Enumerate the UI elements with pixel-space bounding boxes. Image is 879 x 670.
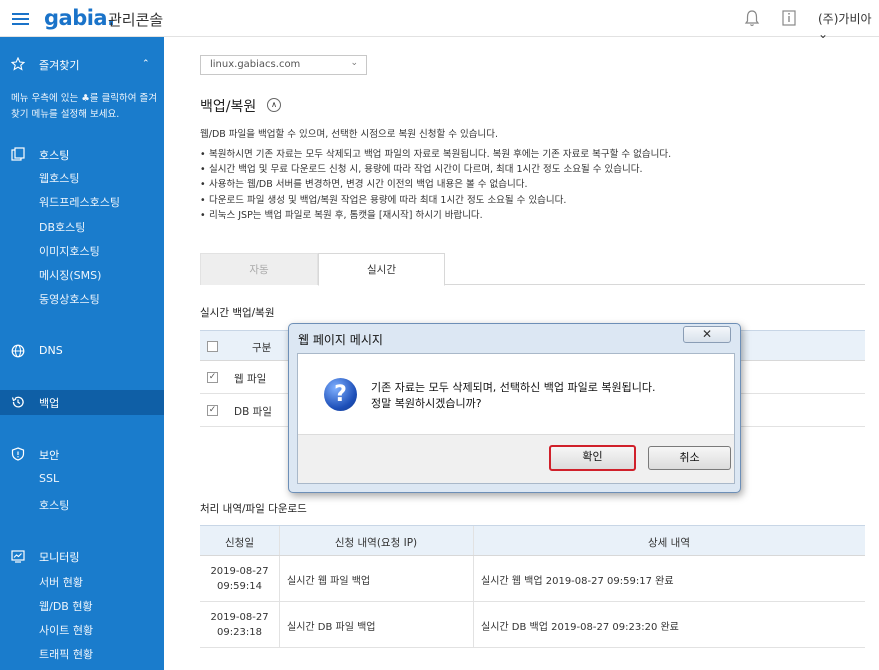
sidebar-item-security-hosting[interactable]: 호스팅 <box>39 497 69 513</box>
dialog-close-button[interactable]: ✕ <box>683 326 731 343</box>
favorites-note: 메뉴 우측에 있는 ♣를 클릭하여 즐겨찾기 메뉴를 설정해 보세요. <box>11 93 157 120</box>
sidebar-item-web-hosting[interactable]: 웹호스팅 <box>39 170 79 186</box>
chevron-down-icon: ⌄ <box>350 58 358 68</box>
row-date: 2019-08-27 09:59:14 <box>200 564 279 594</box>
sidebar-item-backup[interactable]: 백업 <box>39 395 59 411</box>
row-detail: 실시간 DB 백업 2019-08-27 09:23:20 완료 <box>481 622 679 633</box>
tab-realtime[interactable]: 실시간 <box>318 253 445 286</box>
column-header-date: 신청일 <box>225 537 254 549</box>
row-label: DB 파일 <box>234 406 272 418</box>
row-date: 2019-08-27 09:23:18 <box>200 610 279 640</box>
bell-icon[interactable] <box>744 9 760 27</box>
sidebar-item-site-status[interactable]: 사이트 현황 <box>39 622 93 638</box>
dialog-message-line: 기존 자료는 모두 삭제되며, 선택하신 백업 파일로 복원됩니다. <box>371 381 656 394</box>
row-date-day: 2019-08-27 <box>210 612 269 623</box>
history-icon <box>11 396 24 408</box>
table-header: 신청일 신청 내역(요청 IP) 상세 내역 <box>200 526 865 556</box>
console-title: 관리콘솔 <box>108 11 164 29</box>
sidebar-item-dns[interactable]: DNS <box>39 344 63 357</box>
sidebar-item-monitoring[interactable]: 모니터링 <box>39 549 79 565</box>
realtime-section-title: 실시간 백업/복원 <box>200 307 275 319</box>
row-checkbox-db[interactable]: ✓ <box>207 405 218 416</box>
sidebar-item-web-db-status[interactable]: 웹/DB 현황 <box>39 598 93 614</box>
sidebar-item-sms[interactable]: 메시징(SMS) <box>39 267 101 283</box>
notice-item: 실시간 백업 및 무료 다운로드 신청 시, 용량에 따라 작업 시간이 다르며… <box>200 162 671 177</box>
notice-item: 다운로드 파일 생성 및 백업/복원 작업은 용량에 따라 최대 1시간 정도 … <box>200 193 671 208</box>
notice-item: 복원하시면 기존 자료는 모두 삭제되고 백업 파일의 자료로 복원됩니다. 복… <box>200 147 671 162</box>
info-icon[interactable] <box>781 9 797 27</box>
page-title: 백업/복원 <box>200 99 257 115</box>
column-header-type: 구분 <box>252 342 272 354</box>
table-row: 2019-08-27 09:23:18 실시간 DB 파일 백업 실시간 DB … <box>200 602 865 648</box>
history-table: 신청일 신청 내역(요청 IP) 상세 내역 2019-08-27 09:59:… <box>200 525 865 648</box>
question-icon: ? <box>324 378 357 411</box>
monitor-icon <box>11 550 25 563</box>
sidebar-item-image-hosting[interactable]: 이미지호스팅 <box>39 243 100 259</box>
column-divider <box>473 526 474 555</box>
dialog-message: 기존 자료는 모두 삭제되며, 선택하신 백업 파일로 복원됩니다. 정말 복원… <box>371 380 655 412</box>
tab-auto[interactable]: 자동 <box>200 253 318 285</box>
star-icon <box>11 57 25 71</box>
shield-icon <box>11 447 25 461</box>
page-description: 웹/DB 파일을 백업할 수 있으며, 선택한 시점으로 복원 신청할 수 있습… <box>200 129 498 140</box>
gabia-logo[interactable]: gabia. <box>44 6 115 30</box>
dialog-title: 웹 페이지 메시지 <box>298 333 383 347</box>
column-divider <box>473 556 474 601</box>
column-header-request: 신청 내역(요청 IP) <box>334 537 418 549</box>
cancel-button[interactable]: 취소 <box>648 446 731 470</box>
notice-list: 복원하시면 기존 자료는 모두 삭제되고 백업 파일의 자료로 복원됩니다. 복… <box>200 147 671 223</box>
select-all-checkbox[interactable] <box>207 341 218 352</box>
row-date-day: 2019-08-27 <box>210 566 269 577</box>
sidebar-item-db-hosting[interactable]: DB호스팅 <box>39 219 85 235</box>
collapse-chevron-icon[interactable]: ∧ <box>267 98 281 112</box>
row-label: 웹 파일 <box>234 373 267 385</box>
row-request: 실시간 웹 파일 백업 <box>287 576 371 587</box>
notice-item: 리눅스 JSP는 백업 파일로 복원 후, 톰캣을 [재시작] 하시기 바랍니다… <box>200 208 671 223</box>
hosting-icon <box>11 147 25 161</box>
sidebar-item-wordpress-hosting[interactable]: 워드프레스호스팅 <box>39 194 120 210</box>
row-detail: 실시간 웹 백업 2019-08-27 09:59:17 완료 <box>481 576 674 587</box>
table-row: 2019-08-27 09:59:14 실시간 웹 파일 백업 실시간 웹 백업… <box>200 556 865 602</box>
row-date-time: 09:23:18 <box>217 627 262 638</box>
dialog-footer: 확인 취소 <box>298 434 734 483</box>
sidebar-item-favorites[interactable]: 즐겨찾기 <box>39 57 79 73</box>
sidebar-item-video-hosting[interactable]: 동영상호스팅 <box>39 291 100 307</box>
dialog-message-line: 정말 복원하시겠습니까? <box>371 397 482 410</box>
column-divider <box>279 526 280 555</box>
menu-icon[interactable] <box>12 10 29 27</box>
column-divider <box>279 602 280 647</box>
sidebar: 즐겨찾기 ⌃ 메뉴 우측에 있는 ♣를 클릭하여 즐겨찾기 메뉴를 설정해 보세… <box>0 37 164 670</box>
row-date-time: 09:59:14 <box>217 581 262 592</box>
ok-button[interactable]: 확인 <box>549 445 636 471</box>
globe-icon <box>11 344 25 358</box>
chevron-up-icon[interactable]: ⌃ <box>142 59 150 69</box>
row-request: 실시간 DB 파일 백업 <box>287 622 376 633</box>
confirm-dialog: 웹 페이지 메시지 ✕ ? 기존 자료는 모두 삭제되며, 선택하신 백업 파일… <box>288 323 741 493</box>
top-bar: gabia. 관리콘솔 (주)가비아⌄ <box>0 0 879 41</box>
server-select[interactable]: linux.gabiacs.com ⌄ <box>200 55 367 75</box>
server-select-value: linux.gabiacs.com <box>210 59 301 70</box>
sidebar-item-server-status[interactable]: 서버 현황 <box>39 574 83 590</box>
history-section-title: 처리 내역/파일 다운로드 <box>200 503 307 515</box>
backup-tabs: 자동 실시간 <box>200 253 865 286</box>
row-checkbox-web[interactable]: ✓ <box>207 372 218 383</box>
dialog-body: ? 기존 자료는 모두 삭제되며, 선택하신 백업 파일로 복원됩니다. 정말 … <box>297 353 735 484</box>
notice-item: 사용하는 웹/DB 서버를 변경하면, 변경 시간 이전의 백업 내용은 볼 수… <box>200 177 671 192</box>
column-header-detail: 상세 내역 <box>648 537 690 549</box>
sidebar-item-hosting[interactable]: 호스팅 <box>39 147 69 163</box>
column-divider <box>473 602 474 647</box>
sidebar-item-security[interactable]: 보안 <box>39 447 59 463</box>
sidebar-item-traffic-status[interactable]: 트래픽 현황 <box>39 646 93 662</box>
column-divider <box>279 556 280 601</box>
sidebar-item-ssl[interactable]: SSL <box>39 472 59 485</box>
